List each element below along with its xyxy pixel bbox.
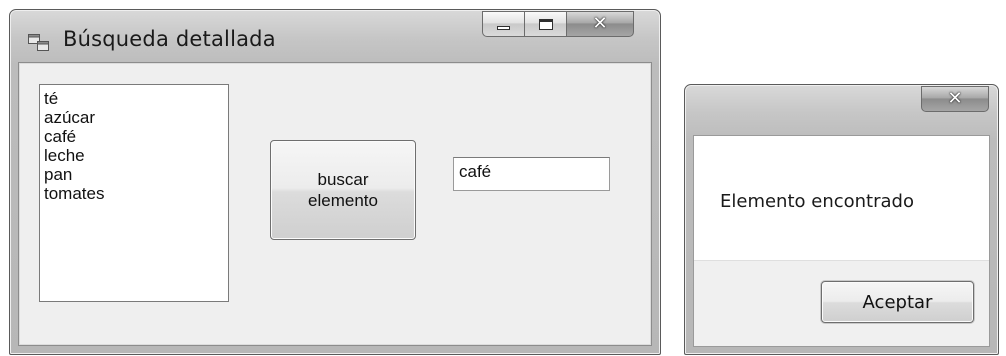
caption-buttons: ✕ xyxy=(482,11,634,39)
ok-button-label: Aceptar xyxy=(862,291,933,313)
items-listbox[interactable]: té azúcar café leche pan tomates xyxy=(39,84,229,302)
ok-button[interactable]: Aceptar xyxy=(821,281,974,323)
window-title: Búsqueda detallada xyxy=(63,27,276,51)
list-item[interactable]: té xyxy=(44,89,228,108)
search-button-label: buscar elemento xyxy=(308,170,378,210)
message-box-close-button[interactable]: ✕ xyxy=(921,86,989,112)
close-icon: ✕ xyxy=(947,88,963,109)
minimize-button[interactable] xyxy=(482,11,524,37)
list-item[interactable]: tomates xyxy=(44,184,228,203)
maximize-icon xyxy=(539,19,553,30)
main-window: Búsqueda detallada ✕ té azúcar café leche pa… xyxy=(9,9,661,355)
list-item[interactable]: pan xyxy=(44,165,228,184)
message-text: Elemento encontrado xyxy=(720,191,914,212)
close-button[interactable]: ✕ xyxy=(566,11,634,37)
message-box-content: Elemento encontrado Aceptar xyxy=(693,135,990,347)
search-text-field[interactable]: café xyxy=(453,157,610,191)
list-item[interactable]: azúcar xyxy=(44,108,228,127)
message-box-window: ✕ Elemento encontrado Aceptar xyxy=(684,84,999,355)
maximize-button[interactable] xyxy=(524,11,566,37)
close-icon: ✕ xyxy=(592,13,608,34)
search-button[interactable]: buscar elemento xyxy=(270,140,416,240)
message-box-caption-buttons: ✕ xyxy=(921,86,989,114)
search-text-value: café xyxy=(459,162,492,181)
list-item[interactable]: café xyxy=(44,127,228,146)
minimize-icon xyxy=(497,26,510,30)
app-icon xyxy=(28,34,49,51)
list-item[interactable]: leche xyxy=(44,146,228,165)
